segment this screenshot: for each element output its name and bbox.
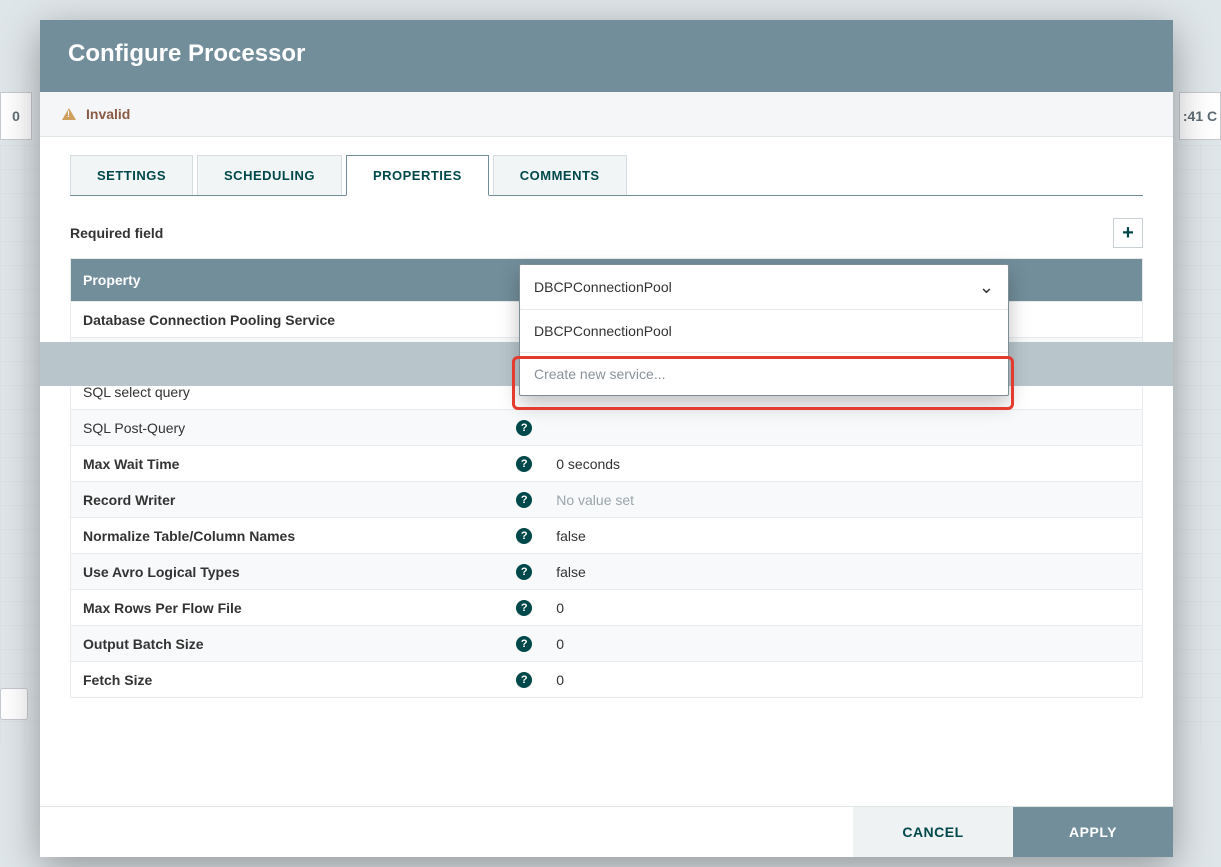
tab-comments[interactable]: COMMENTS xyxy=(493,155,627,195)
dropdown-selected-label: DBCPConnectionPool xyxy=(534,279,672,295)
help-icon[interactable]: ? xyxy=(516,456,532,472)
required-row: Required field + xyxy=(70,218,1143,248)
table-row[interactable]: Record Writer ? No value set xyxy=(71,481,1142,517)
help-icon[interactable]: ? xyxy=(516,636,532,652)
help-icon[interactable]: ? xyxy=(516,528,532,544)
configure-processor-dialog: Configure Processor Invalid SETTINGS SCH… xyxy=(40,20,1173,857)
warning-icon xyxy=(62,108,76,120)
property-name: Normalize Table/Column Names xyxy=(83,528,295,544)
dialog-title: Configure Processor xyxy=(40,20,1173,92)
table-row[interactable]: Use Avro Logical Types ? false xyxy=(71,553,1142,589)
cancel-button[interactable]: CANCEL xyxy=(853,807,1013,857)
property-value[interactable]: 0 xyxy=(542,672,1142,688)
property-name: Use Avro Logical Types xyxy=(83,564,240,580)
help-icon[interactable]: ? xyxy=(516,420,532,436)
add-property-button[interactable]: + xyxy=(1113,218,1143,248)
tabs: SETTINGS SCHEDULING PROPERTIES COMMENTS xyxy=(70,155,1143,196)
chevron-down-icon: ⌄ xyxy=(979,277,994,298)
required-field-label: Required field xyxy=(70,225,163,241)
table-row[interactable]: SQL Post-Query ? xyxy=(71,409,1142,445)
property-value[interactable]: false xyxy=(542,528,1142,544)
property-name: Fetch Size xyxy=(83,672,152,688)
table-row[interactable]: Normalize Table/Column Names ? false xyxy=(71,517,1142,553)
property-name: Output Batch Size xyxy=(83,636,204,652)
property-name: Database Connection Pooling Service xyxy=(83,312,335,328)
tab-scheduling[interactable]: SCHEDULING xyxy=(197,155,342,195)
validation-banner: Invalid xyxy=(40,92,1173,137)
table-row[interactable]: Fetch Size ? 0 xyxy=(71,661,1142,697)
help-icon[interactable]: ? xyxy=(516,672,532,688)
property-value[interactable]: 0 seconds xyxy=(542,456,1142,472)
dialog-body: Required field + Property Value Database… xyxy=(40,196,1173,806)
tab-settings[interactable]: SETTINGS xyxy=(70,155,193,195)
property-value[interactable]: 0 xyxy=(542,636,1142,652)
property-value[interactable]: 0 xyxy=(542,600,1142,616)
property-value[interactable]: false xyxy=(542,564,1142,580)
help-icon[interactable]: ? xyxy=(516,564,532,580)
header-property: Property xyxy=(71,272,542,288)
dropdown-create-new-service[interactable]: Create new service... xyxy=(520,352,1008,395)
table-row[interactable]: Max Wait Time ? 0 seconds xyxy=(71,445,1142,481)
dropdown-option[interactable]: DBCPConnectionPool xyxy=(520,309,1008,352)
help-icon[interactable]: ? xyxy=(516,600,532,616)
dropdown-selected[interactable]: DBCPConnectionPool ⌄ xyxy=(519,264,1009,310)
tab-area: SETTINGS SCHEDULING PROPERTIES COMMENTS xyxy=(40,137,1173,196)
help-icon[interactable]: ? xyxy=(516,492,532,508)
dialog-footer: CANCEL APPLY xyxy=(40,806,1173,857)
validation-status: Invalid xyxy=(86,106,130,122)
table-row[interactable]: Max Rows Per Flow File ? 0 xyxy=(71,589,1142,625)
property-name: Record Writer xyxy=(83,492,175,508)
property-name: Max Wait Time xyxy=(83,456,179,472)
table-row[interactable]: Output Batch Size ? 0 xyxy=(71,625,1142,661)
property-value[interactable]: No value set xyxy=(542,492,1142,508)
bg-left-counter: 0 xyxy=(0,92,32,140)
controller-service-dropdown: DBCPConnectionPool ⌄ DBCPConnectionPool … xyxy=(519,264,1009,396)
plus-icon: + xyxy=(1122,222,1134,245)
property-name: Max Rows Per Flow File xyxy=(83,600,242,616)
property-name: SQL Post-Query xyxy=(83,420,185,436)
apply-button[interactable]: APPLY xyxy=(1013,807,1173,857)
bg-right-fragment: :41 C xyxy=(1179,92,1221,140)
bg-pill xyxy=(0,688,28,720)
tab-properties[interactable]: PROPERTIES xyxy=(346,155,489,196)
